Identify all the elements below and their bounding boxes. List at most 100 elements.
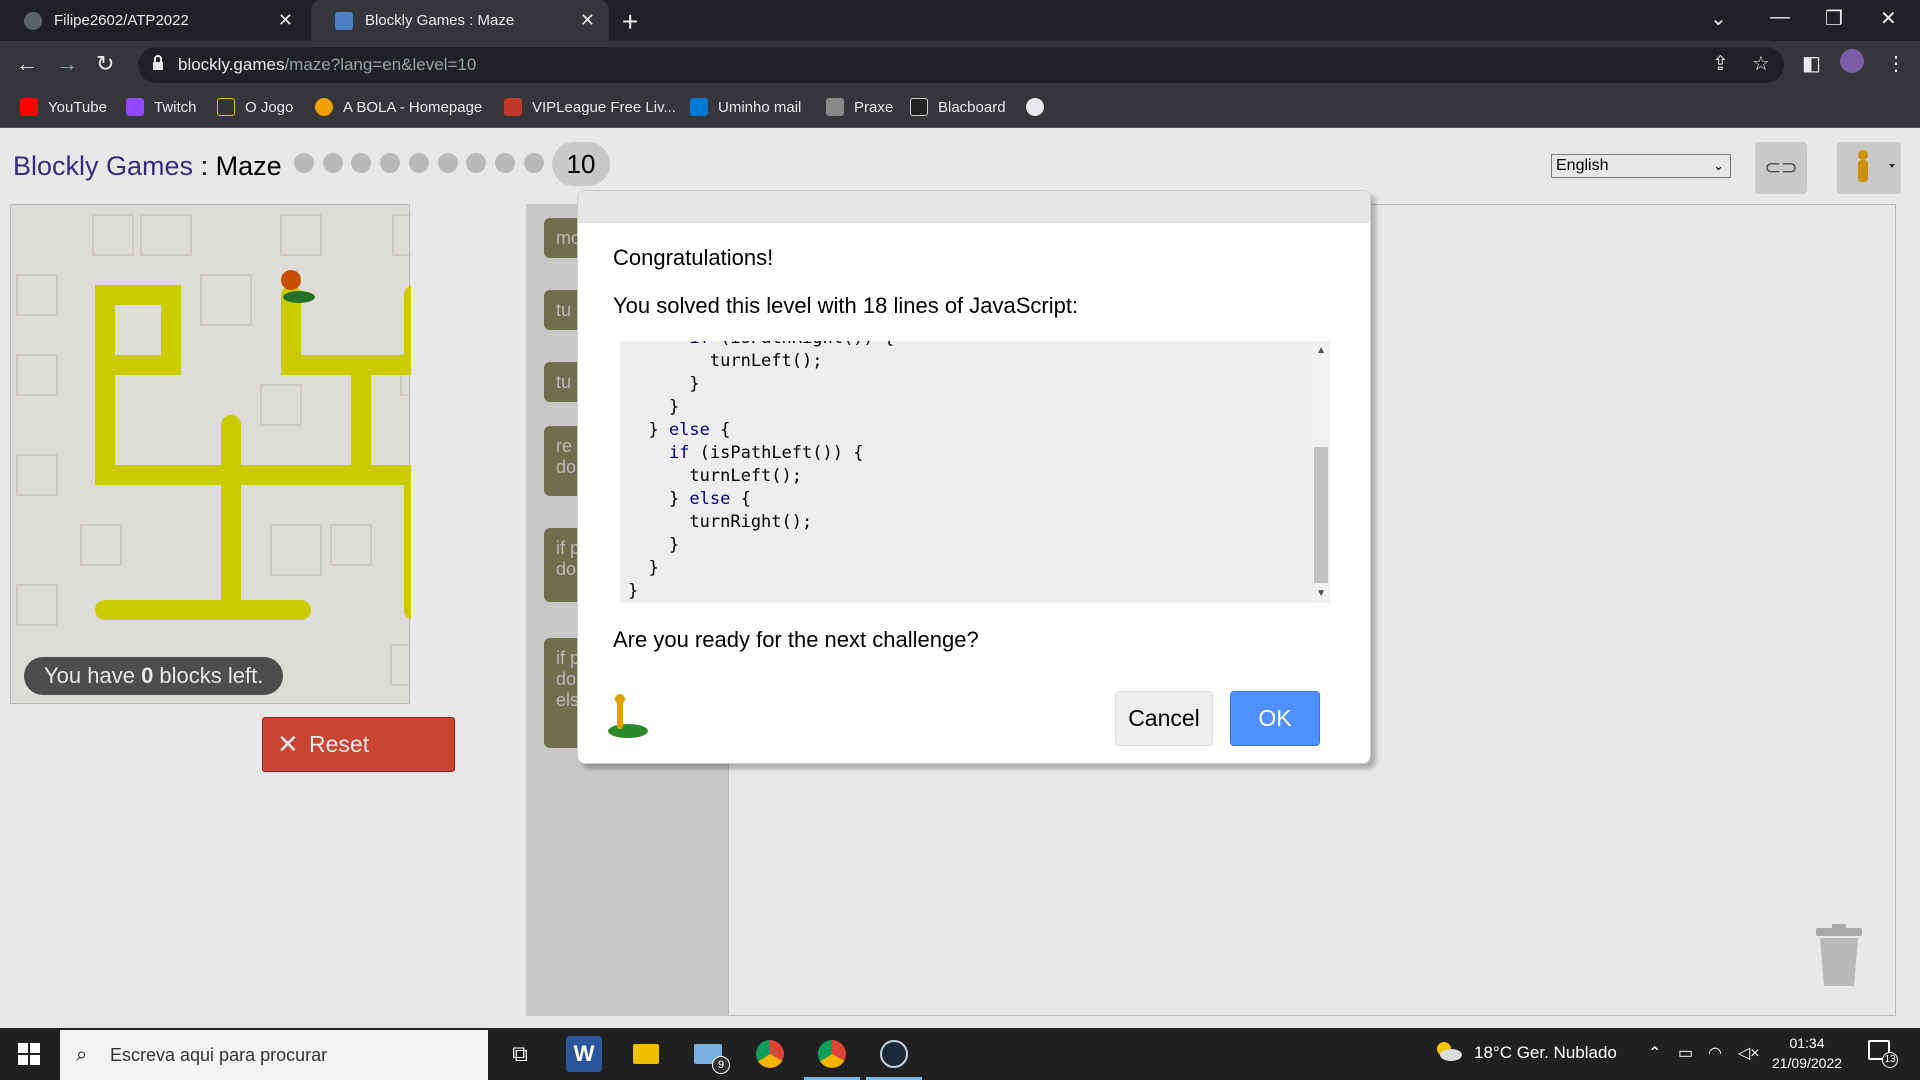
bookmark-label: YouTube bbox=[48, 98, 107, 116]
bookmark-vipleague[interactable]: VIPLeague Free Liv... bbox=[504, 98, 676, 116]
abola-icon bbox=[315, 98, 333, 116]
bookmark-label: VIPLeague Free Liv... bbox=[532, 98, 676, 116]
close-tab-icon[interactable]: ✕ bbox=[580, 10, 595, 31]
scroll-down-icon[interactable]: ▼ bbox=[1316, 588, 1326, 599]
close-window-icon[interactable]: ✕ bbox=[1880, 6, 1897, 31]
weather-text: 18°C Ger. Nublado bbox=[1474, 1043, 1617, 1062]
code-line: if (isPathLeft()) { bbox=[668, 443, 864, 463]
bookmark-star-icon[interactable]: ☆ bbox=[1752, 51, 1770, 76]
youtube-icon bbox=[20, 98, 38, 116]
bookmark-abola[interactable]: A BOLA - Homepage bbox=[315, 98, 482, 116]
code-line: } else { bbox=[628, 489, 751, 509]
minimize-icon[interactable]: — bbox=[1770, 6, 1790, 29]
mail-icon[interactable]: 9 bbox=[690, 1036, 730, 1074]
windows-taskbar: ⌕ Escreva aqui para procurar ⧉ W 9 18°C … bbox=[0, 1028, 1920, 1080]
bookmark-globe[interactable] bbox=[1026, 98, 1054, 116]
bookmark-label: Twitch bbox=[154, 98, 197, 116]
code-line: if (isPathRight()) { bbox=[628, 341, 894, 350]
dialog-header bbox=[578, 191, 1370, 223]
next-challenge-question: Are you ready for the next challenge? bbox=[613, 627, 979, 652]
tab-title: Filipe2602/ATP2022 bbox=[54, 12, 189, 29]
side-panel-icon[interactable]: ◧ bbox=[1802, 51, 1821, 76]
ojogo-icon bbox=[217, 98, 235, 116]
url-path: /maze?lang=en&level=10 bbox=[284, 55, 477, 74]
tab-blockly[interactable]: Blockly Games : Maze ✕ bbox=[311, 0, 609, 41]
code-output[interactable]: if (isPathRight()) { turnLeft(); } } } e… bbox=[620, 341, 1330, 603]
dialog-message: You solved this level with 18 lines of J… bbox=[613, 293, 1079, 318]
code-scrollbar[interactable]: ▲ ▼ bbox=[1312, 341, 1330, 603]
reload-icon[interactable]: ↻ bbox=[96, 51, 114, 77]
task-view-icon[interactable]: ⧉ bbox=[502, 1036, 538, 1072]
ok-button[interactable]: OK bbox=[1230, 691, 1320, 746]
url-host: blockly.games bbox=[178, 55, 285, 74]
code-line: } bbox=[628, 535, 680, 555]
back-icon[interactable]: ← bbox=[16, 51, 38, 77]
volume-muted-icon[interactable]: ◁× bbox=[1738, 1043, 1760, 1063]
new-tab-icon[interactable]: + bbox=[622, 6, 638, 38]
code-line: turnLeft(); bbox=[628, 351, 823, 371]
steam-icon[interactable] bbox=[866, 1036, 922, 1080]
restore-icon[interactable]: ❐ bbox=[1825, 6, 1843, 31]
pegman-icon bbox=[608, 694, 648, 738]
profile-avatar[interactable] bbox=[1840, 49, 1864, 73]
tab-search-icon[interactable]: ⌄ bbox=[1710, 6, 1727, 31]
chrome-active-icon[interactable] bbox=[804, 1036, 860, 1080]
share-icon[interactable]: ⇪ bbox=[1712, 51, 1729, 76]
tab-strip: Filipe2602/ATP2022 ✕ Blockly Games : Maz… bbox=[0, 0, 1920, 41]
cloudy-weather-icon bbox=[1437, 1042, 1462, 1061]
weather-widget[interactable]: 18°C Ger. Nublado bbox=[1434, 1042, 1617, 1063]
forward-icon[interactable]: → bbox=[56, 51, 78, 77]
chrome-icon[interactable] bbox=[752, 1036, 788, 1072]
scroll-thumb[interactable] bbox=[1314, 447, 1328, 583]
taskbar-search-input[interactable]: ⌕ Escreva aqui para procurar bbox=[60, 1030, 488, 1080]
bookmark-blackboard[interactable]: Blacboard bbox=[910, 98, 1006, 116]
scroll-up-icon[interactable]: ▲ bbox=[1316, 345, 1326, 356]
word-icon[interactable]: W bbox=[566, 1036, 602, 1072]
tab-github[interactable]: Filipe2602/ATP2022 ✕ bbox=[0, 0, 307, 41]
bookmark-youtube[interactable]: YouTube bbox=[20, 98, 107, 116]
code-line: } bbox=[628, 397, 680, 417]
windows-start-icon[interactable] bbox=[18, 1043, 40, 1065]
tab-title: Blockly Games : Maze bbox=[365, 12, 515, 29]
twitch-icon bbox=[126, 98, 144, 116]
dialog-title: Congratulations! bbox=[613, 245, 774, 270]
close-tab-icon[interactable]: ✕ bbox=[278, 10, 293, 31]
wifi-icon[interactable]: ◠ bbox=[1708, 1043, 1722, 1063]
file-explorer-icon[interactable] bbox=[628, 1036, 664, 1072]
bookmark-twitch[interactable]: Twitch bbox=[126, 98, 197, 116]
praxe-icon bbox=[826, 98, 844, 116]
code-line: turnRight(); bbox=[628, 512, 813, 532]
bookmarks-bar: YouTube Twitch O Jogo A BOLA - Homepage … bbox=[0, 89, 1920, 128]
show-hidden-icons-icon[interactable]: ⌃ bbox=[1648, 1043, 1661, 1063]
bookmark-label: Praxe bbox=[854, 98, 894, 116]
notification-count: 13 bbox=[1882, 1052, 1898, 1068]
bookmark-praxe[interactable]: Praxe bbox=[826, 98, 893, 116]
congratulations-dialog: Congratulations! You solved this level w… bbox=[577, 190, 1371, 764]
cancel-button[interactable]: Cancel bbox=[1115, 691, 1213, 746]
blackboard-icon bbox=[910, 98, 928, 116]
code-listing: if (isPathRight()) { turnLeft(); } } } e… bbox=[628, 341, 894, 603]
notification-center-icon[interactable]: 13 bbox=[1868, 1040, 1898, 1068]
bookmark-label: O Jogo bbox=[245, 98, 294, 116]
menu-icon[interactable]: ⋮ bbox=[1886, 51, 1906, 76]
code-line: turnLeft(); bbox=[628, 466, 802, 486]
lock-icon bbox=[153, 55, 163, 70]
code-line: } bbox=[628, 374, 700, 394]
search-placeholder: Escreva aqui para procurar bbox=[110, 1045, 328, 1065]
globe-icon bbox=[1026, 98, 1044, 116]
code-line: } bbox=[628, 558, 659, 578]
browser-toolbar: ← → ↻ blockly.games/maze?lang=en&level=1… bbox=[0, 41, 1920, 89]
bookmark-label: Uminho mail bbox=[718, 98, 802, 116]
blockly-icon bbox=[335, 11, 353, 30]
meet-now-icon[interactable]: ▭ bbox=[1678, 1043, 1693, 1063]
search-icon: ⌕ bbox=[76, 1044, 88, 1066]
bookmark-label: Blacboard bbox=[938, 98, 1006, 116]
bookmark-ojogo[interactable]: O Jogo bbox=[217, 98, 293, 116]
mail-badge: 9 bbox=[712, 1056, 730, 1074]
outlook-icon bbox=[690, 98, 708, 116]
clock-date: 21/09/2022 bbox=[1771, 1055, 1843, 1071]
address-bar[interactable]: blockly.games/maze?lang=en&level=10 bbox=[138, 47, 1784, 83]
system-clock[interactable]: 01:34 21/09/2022 bbox=[1768, 1033, 1846, 1073]
vipleague-icon bbox=[504, 98, 522, 116]
bookmark-uminho-mail[interactable]: Uminho mail bbox=[690, 98, 801, 116]
